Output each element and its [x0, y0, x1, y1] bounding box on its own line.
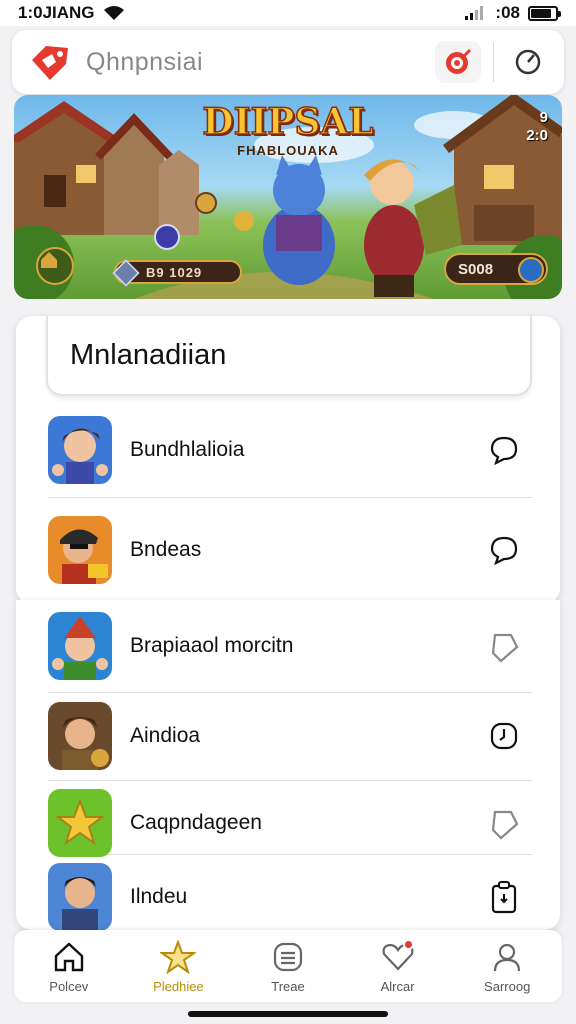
gem-counter: B9 1029 [112, 259, 242, 287]
target-button[interactable] [435, 41, 481, 83]
tag-button[interactable] [486, 628, 522, 664]
compass-icon [515, 49, 541, 75]
chat-bubble-icon [490, 536, 518, 565]
signal-icon [465, 6, 484, 20]
list-item-label: Ilndeu [130, 885, 188, 908]
nav-label: Sarroog [484, 978, 531, 994]
heart-icon [380, 938, 416, 975]
clock-icon [490, 722, 518, 750]
divider [108, 854, 532, 855]
nav-item-star[interactable]: Pledhiee [128, 939, 228, 994]
header-divider [493, 42, 494, 82]
banner-home-button[interactable] [36, 247, 74, 285]
game-banner[interactable]: DIIPSAL FHABLOUAKA 9 2:0 B9 1029 S008 [14, 95, 562, 299]
list-item-label: Brapiaaol morcitn [130, 634, 294, 657]
battery-level [531, 8, 552, 18]
status-time: 1:0JIANG [18, 3, 95, 22]
banner-timer: 9 2:0 [526, 109, 548, 144]
warrior-avatar-icon [48, 702, 112, 770]
status-left: 1:0JIANG [18, 3, 125, 23]
compass-icon [518, 257, 544, 283]
home-indicator[interactable] [188, 1011, 388, 1017]
nav-item-user[interactable]: Sarroog [457, 939, 557, 994]
status-right-text: :08 [495, 3, 520, 22]
list-item[interactable]: Bundhlalioia [48, 414, 532, 486]
tag-button[interactable] [486, 805, 522, 841]
list-item[interactable]: Aindioa [48, 700, 532, 772]
section-title: Mnlanadiian [70, 338, 227, 371]
list-item-label: Bndeas [130, 538, 202, 561]
list-item[interactable]: Bndeas [48, 514, 532, 586]
list-item-label: Aindioa [130, 724, 201, 747]
bottom-nav: Polcev Pledhiee Treae Alrcar Sarroog [14, 930, 562, 1002]
star-icon [160, 939, 197, 975]
banner-title: DIIPSAL [202, 100, 375, 144]
list-item[interactable]: Brapiaaol morcitn [48, 610, 532, 682]
red-target-icon [446, 48, 472, 74]
elf-avatar-icon [48, 612, 112, 680]
red-tag-logo-icon[interactable] [28, 40, 72, 84]
clipboard-icon [491, 881, 517, 914]
clipboard-button[interactable] [486, 879, 522, 915]
compass-button[interactable] [508, 42, 548, 82]
coin-counter: S008 [444, 253, 548, 285]
nav-label: Polcev [49, 978, 89, 994]
divider [48, 692, 532, 693]
nav-label: Alrcar [380, 978, 415, 994]
clock-button[interactable] [486, 718, 522, 754]
status-bar: 1:0JIANG :08 [0, 0, 576, 26]
list-card: Brapiaaol morcitn Aindioa Caqpndageen Il… [16, 600, 560, 933]
divider [48, 780, 532, 781]
list-item-label: Caqpndageen [130, 811, 262, 834]
chat-bubble-icon [490, 436, 518, 465]
battery-icon [528, 5, 561, 21]
chat-button[interactable] [486, 432, 522, 468]
nav-item-home[interactable]: Polcev [19, 939, 119, 994]
status-right: :08 [465, 3, 561, 23]
pirate-avatar-icon [48, 516, 112, 584]
app-title: Qhnpnsiai [86, 47, 204, 76]
section-title-box: Mnlanadiian [46, 316, 532, 396]
divider [48, 497, 532, 498]
coin-counter-value: S008 [458, 260, 494, 278]
nav-label: Pledhiee [153, 978, 204, 994]
nav-label: Treae [271, 978, 305, 994]
man-avatar-icon [48, 863, 112, 931]
hero-avatar-icon [48, 416, 112, 484]
house-icon [41, 252, 57, 268]
tag-icon [491, 810, 519, 840]
nav-item-heart[interactable]: Alrcar [348, 938, 448, 994]
section-card: Mnlanadiian Bundhlalioia Bndeas [16, 316, 560, 604]
app-header: Qhnpnsiai [12, 30, 564, 94]
list-item[interactable]: Ilndeu [48, 861, 532, 933]
star-icon [48, 789, 112, 857]
list-item-label: Bundhlalioia [130, 438, 245, 461]
list-item[interactable]: Caqpndageen [48, 787, 532, 859]
list-icon [270, 939, 306, 975]
nav-item-list[interactable]: Treae [238, 939, 338, 994]
wifi-icon [103, 6, 124, 20]
banner-subtitle: FHABLOUAKA [237, 143, 339, 158]
gem-counter-value: B9 1029 [146, 264, 203, 280]
home-icon [51, 939, 87, 975]
tag-icon [491, 633, 519, 663]
notification-badge [402, 938, 414, 950]
chat-button[interactable] [486, 532, 522, 568]
user-icon [489, 939, 525, 975]
